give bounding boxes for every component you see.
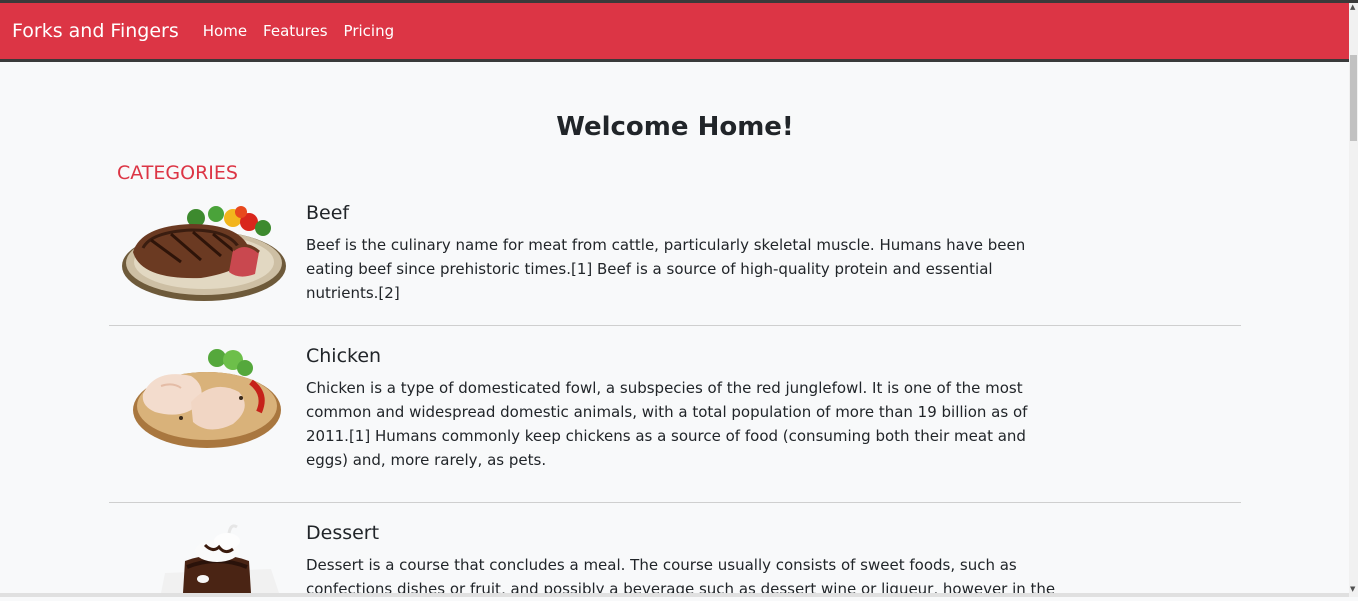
divider: [109, 502, 1241, 503]
divider: [109, 325, 1241, 326]
window-bottom-edge: [0, 593, 1349, 597]
navbar-bottom-border: [0, 59, 1349, 62]
category-description: Chicken is a type of domesticated fowl, …: [306, 379, 1028, 469]
raw-chicken-board-image: [133, 349, 281, 448]
navbar: Forks and Fingers Home Features Pricing: [0, 3, 1349, 59]
scroll-down-arrow-icon[interactable]: ▼: [1350, 585, 1355, 593]
category-title: Chicken: [306, 345, 382, 367]
navbar-brand[interactable]: Forks and Fingers: [12, 20, 179, 42]
scroll-up-arrow-icon[interactable]: ▲: [1350, 3, 1355, 11]
category-title: Beef: [306, 202, 350, 224]
categories-heading: CATEGORIES: [117, 162, 238, 184]
chocolate-cake-dessert-image: [161, 524, 279, 593]
scrollbar-thumb[interactable]: [1350, 55, 1357, 141]
page-title: Welcome Home!: [556, 112, 794, 142]
nav-link-pricing[interactable]: Pricing: [344, 22, 395, 40]
category-title: Dessert: [306, 522, 380, 544]
vertical-scrollbar[interactable]: ▲ ▼: [1349, 3, 1358, 597]
grilled-steak-plate-image: [122, 206, 286, 301]
nav-link-home[interactable]: Home: [203, 22, 247, 40]
category-description: Beef is the culinary name for meat from …: [306, 236, 1026, 302]
nav-link-features[interactable]: Features: [263, 22, 328, 40]
